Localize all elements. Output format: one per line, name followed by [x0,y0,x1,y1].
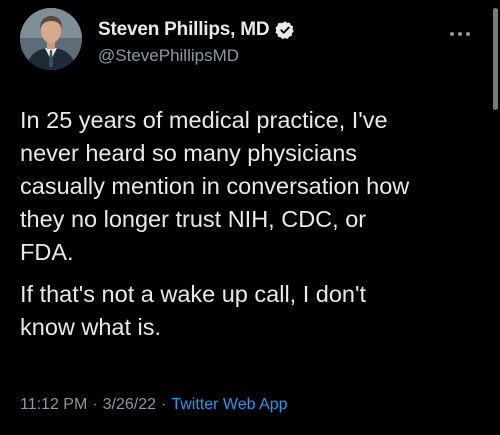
tweet-header: Steven Phillips, MD @StevePhillipsMD [20,8,480,76]
tweet-source-link[interactable]: Twitter Web App [171,396,287,413]
avatar[interactable] [20,8,82,70]
tweet-paragraph: If that's not a wake up call, I don't kn… [20,281,367,340]
author-identity: Steven Phillips, MD @StevePhillipsMD [98,18,295,66]
meta-separator: · [92,396,98,413]
tweet: Steven Phillips, MD @StevePhillipsMD In … [0,0,500,435]
author-name-row: Steven Phillips, MD [98,18,295,42]
tweet-time[interactable]: 11:12 PM [20,396,87,413]
more-options-icon[interactable] [446,24,474,44]
tweet-text: In 25 years of medical practice, I've ne… [20,104,470,353]
tweet-paragraph: In 25 years of medical practice, I've ne… [20,107,410,265]
meta-separator: · [161,396,167,413]
tweet-metadata: 11:12 PM · 3/26/22 · Twitter Web App [20,396,288,414]
author-display-name[interactable]: Steven Phillips, MD [98,19,270,41]
scrollbar-thumb[interactable] [493,8,498,110]
avatar-image [20,8,82,70]
author-handle[interactable]: @StevePhillipsMD [98,46,295,66]
tweet-date[interactable]: 3/26/22 [103,396,156,413]
verified-badge-icon [275,20,295,40]
